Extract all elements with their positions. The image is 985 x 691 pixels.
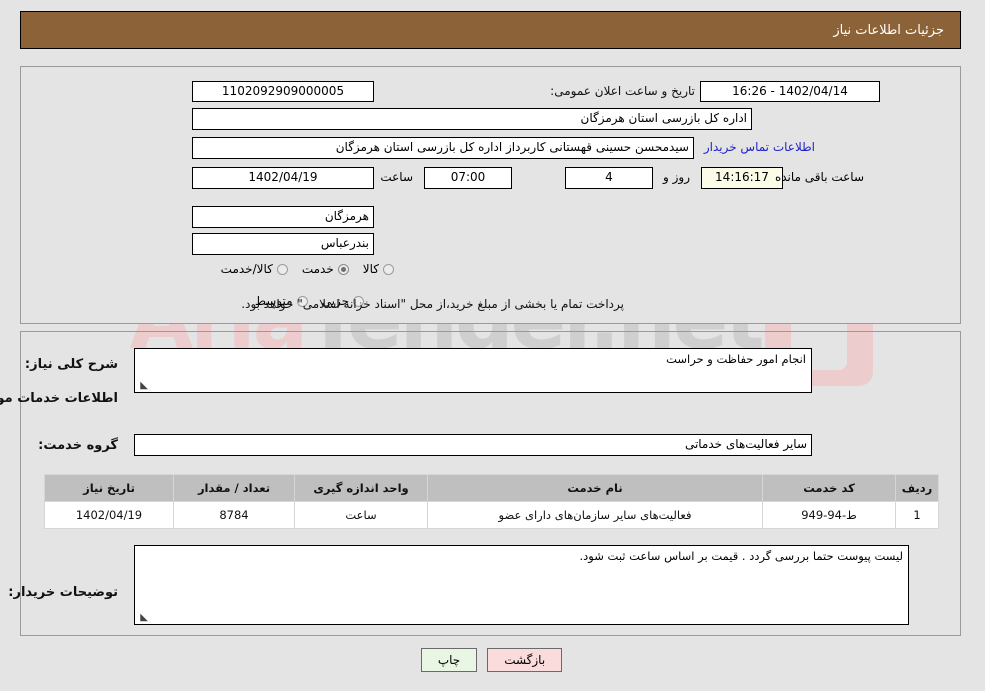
col-need-date: تاریخ نیاز xyxy=(45,474,175,502)
days-remaining-label: روز و xyxy=(664,170,691,184)
days-remaining-value: 4 xyxy=(566,167,654,189)
col-service-name: نام خدمت xyxy=(428,474,764,502)
cell-quantity: 8784 xyxy=(174,501,296,529)
cell-need-date: 1402/04/19 xyxy=(45,501,175,529)
category-option-kala[interactable]: کالا xyxy=(364,262,395,276)
radio-icon[interactable] xyxy=(277,263,289,275)
services-info-heading: اطلاعات خدمات مورد نیاز xyxy=(0,391,119,406)
category-option-kala-khedmat[interactable]: کالا/خدمت xyxy=(222,262,289,276)
province-value: هرمزگان xyxy=(193,206,375,228)
col-service-code: کد خدمت xyxy=(763,474,897,502)
deadline-time-value: 07:00 xyxy=(425,167,513,189)
announce-datetime-label: تاریخ و ساعت اعلان عمومی: xyxy=(551,84,696,98)
cell-service-name: فعالیت‌های سایر سازمان‌های دارای عضو xyxy=(428,501,764,529)
radio-icon[interactable] xyxy=(338,263,350,275)
need-number-value: 1102092909000005 xyxy=(193,81,375,102)
city-value: بندرعباس xyxy=(193,233,375,255)
buyer-contact-link[interactable]: اطلاعات تماس خریدار xyxy=(705,140,816,154)
service-group-value: سایر فعالیت‌های خدماتی xyxy=(135,434,813,456)
creator-value: سیدمحسن حسینی قهستانی کاربرداز اداره کل … xyxy=(193,137,695,159)
announce-datetime-value: 1402/04/14 - 16:26 xyxy=(701,81,881,102)
buyer-notes-textarea[interactable]: لیست پیوست حتما بررسی گردد . قیمت بر اسا… xyxy=(135,545,910,625)
back-button[interactable]: بازگشت xyxy=(488,648,564,672)
category-radio-group: کالا خدمت کالا/خدمت xyxy=(208,262,395,276)
resize-grip-icon[interactable]: ◣ xyxy=(139,381,149,391)
treasury-note: پرداخت تمام یا بخشی از مبلغ خرید،از محل … xyxy=(242,297,625,311)
col-row: ردیف xyxy=(896,474,940,502)
category-option-label: کالا/خدمت xyxy=(221,262,274,276)
table-row: 1 ط-94-949 فعالیت‌های سایر سازمان‌های دا… xyxy=(45,501,940,529)
service-group-label: گروه خدمت: xyxy=(39,438,119,453)
resize-grip-icon[interactable]: ◣ xyxy=(139,613,149,623)
need-summary-panel xyxy=(21,66,962,324)
cell-service-code: ط-94-949 xyxy=(763,501,897,529)
overview-textarea[interactable]: انجام امور حفاظت و حراست ◣ xyxy=(135,348,813,393)
print-button[interactable]: چاپ xyxy=(421,648,479,672)
buyer-org-value: اداره کل بازرسی استان هرمزگان xyxy=(193,108,753,130)
table-header-row: ردیف کد خدمت نام خدمت واحد اندازه گیری ت… xyxy=(45,474,940,502)
col-unit: واحد اندازه گیری xyxy=(295,474,429,502)
buyer-notes-label: توضیحات خریدار: xyxy=(9,585,119,600)
overview-value: انجام امور حفاظت و حراست xyxy=(667,352,807,366)
remaining-suffix-label: ساعت باقی مانده xyxy=(775,170,865,184)
radio-icon[interactable] xyxy=(384,263,395,275)
col-quantity: تعداد / مقدار xyxy=(174,474,296,502)
action-button-bar: بازگشت چاپ xyxy=(0,648,985,672)
page-title: جزئیات اطلاعات نیاز xyxy=(834,22,945,38)
services-table: ردیف کد خدمت نام خدمت واحد اندازه گیری ت… xyxy=(45,474,940,529)
deadline-date-value: 1402/04/19 xyxy=(193,167,375,189)
cell-row: 1 xyxy=(896,501,940,529)
deadline-hour-label: ساعت xyxy=(381,170,414,184)
overview-label: شرح کلی نیاز: xyxy=(25,357,119,372)
buyer-notes-value: لیست پیوست حتما بررسی گردد . قیمت بر اسا… xyxy=(580,549,904,563)
cell-unit: ساعت xyxy=(295,501,429,529)
page-title-bar: جزئیات اطلاعات نیاز xyxy=(21,11,962,49)
category-option-khedmat[interactable]: خدمت xyxy=(303,262,350,276)
category-option-label: کالا xyxy=(363,262,380,276)
category-option-label: خدمت xyxy=(302,262,335,276)
